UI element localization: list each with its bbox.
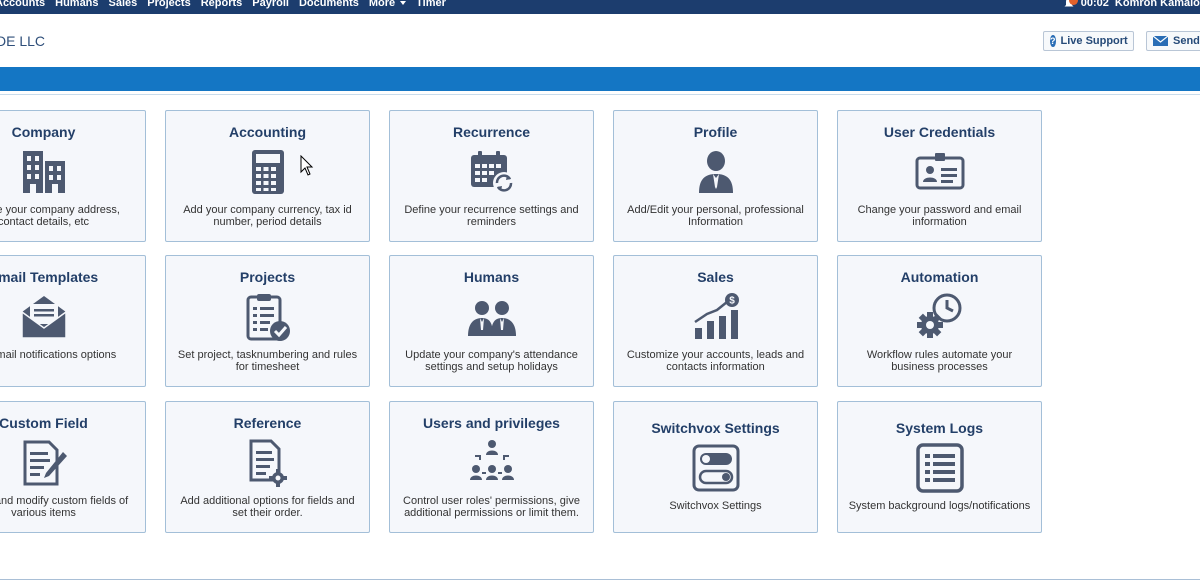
user-profile-icon (691, 147, 741, 197)
tile-automation[interactable]: Automation Workflow rules automate your … (837, 255, 1042, 387)
toolbar-band (0, 67, 1200, 91)
nav-item-sales[interactable]: Sales (109, 0, 138, 9)
calendar-refresh-icon (467, 147, 517, 197)
tile-description: Create and modify custom fields of vario… (0, 495, 129, 519)
top-navigation-bar: Accounts Humans Sales Projects Reports P… (0, 0, 1200, 14)
tile-description: Set project, tasknumbering and rules for… (177, 349, 358, 373)
tile-description: Customize your accounts, leads and conta… (626, 349, 805, 373)
nav-user-area: 00:02 Komron Kamalov (1063, 0, 1200, 9)
tile-title: Users and privileges (423, 415, 560, 431)
tile-title: Automation (900, 269, 979, 285)
main-menu: Accounts Humans Sales Projects Reports P… (0, 0, 446, 9)
chart-growth-icon: $ (691, 292, 741, 342)
tile-title: Recurrence (452, 124, 531, 140)
tile-description: Set email notifications options (0, 349, 117, 361)
timer-display: 00:02 (1080, 0, 1109, 9)
live-support-button[interactable]: ? Live Support (1043, 31, 1134, 51)
list-log-icon (915, 443, 965, 493)
nav-item-accounts[interactable]: Accounts (0, 0, 45, 9)
tile-sales[interactable]: Sales $ Customize your accounts, leads a… (613, 255, 818, 387)
tile-description: Control user roles' permissions, give ad… (403, 495, 580, 519)
nav-item-documents[interactable]: Documents (299, 0, 359, 9)
tile-description: Update your company's attendance setting… (405, 349, 578, 373)
notification-bell-icon[interactable] (1063, 0, 1078, 9)
nav-item-reports[interactable]: Reports (201, 0, 243, 9)
send-button[interactable]: Send (1146, 31, 1200, 51)
document-gear-icon (243, 438, 293, 488)
tile-custom-field[interactable]: Custom Field Create and modify custom fi… (0, 401, 146, 533)
clipboard-check-icon (243, 292, 293, 342)
nav-item-more-label: More (368, 0, 396, 9)
user-name[interactable]: Komron Kamalov (1115, 0, 1200, 9)
tile-profile[interactable]: Profile Add/Edit your personal, professi… (613, 110, 818, 242)
nav-item-payroll[interactable]: Payroll (252, 0, 289, 9)
notification-badge (1068, 0, 1078, 5)
tile-description: Add/Edit your personal, professional Inf… (627, 204, 804, 228)
tile-accounting[interactable]: Accounting Add your company currency, ta… (165, 110, 370, 242)
mouse-cursor-icon (300, 154, 314, 177)
id-card-icon (915, 147, 965, 197)
document-pen-icon (19, 438, 69, 488)
chevron-down-icon (400, 1, 407, 5)
tile-title: Humans (463, 269, 520, 285)
send-label: Send (1173, 35, 1200, 47)
calculator-icon (243, 147, 293, 197)
tile-company[interactable]: Company Update your company address, con… (0, 110, 146, 242)
tile-email-templates[interactable]: Email Templates Set email notifications … (0, 255, 146, 387)
live-support-label: Live Support (1060, 35, 1128, 47)
footer-divider (0, 579, 1200, 580)
tile-description: Update your company address, contact det… (0, 204, 120, 228)
help-icon: ? (1050, 35, 1056, 47)
people-icon (467, 292, 517, 342)
svg-text:$: $ (729, 296, 735, 307)
building-icon (19, 147, 69, 197)
tile-description: Workflow rules automate your business pr… (866, 349, 1013, 373)
tile-description: System background logs/notifications (848, 500, 1031, 512)
tile-description: Add additional options for fields and se… (180, 495, 355, 519)
tile-title: Projects (239, 269, 296, 285)
company-name: DE LLC (0, 33, 46, 49)
tile-user-credentials[interactable]: User Credentials Change your password an… (837, 110, 1042, 242)
tile-system-logs[interactable]: System Logs System background logs/notif… (837, 401, 1042, 533)
nav-item-humans[interactable]: Humans (55, 0, 98, 9)
tile-description: Add your company currency, tax id number… (183, 204, 352, 228)
tile-description: Change your password and email informati… (857, 204, 1022, 228)
tile-title: User Credentials (883, 124, 996, 140)
nav-item-more[interactable]: More (368, 0, 407, 9)
tile-title: Sales (697, 269, 734, 285)
tile-projects[interactable]: Projects Set project, tasknumbering and … (165, 255, 370, 387)
tile-title: Switchvox Settings (651, 420, 780, 436)
tile-title: Profile (693, 124, 738, 140)
tile-switchvox-settings[interactable]: Switchvox Settings Switchvox Settings (613, 401, 818, 533)
tile-title: Accounting (229, 124, 306, 140)
tile-title: System Logs (895, 420, 984, 436)
tile-recurrence[interactable]: Recurrence Define your recurrence settin… (389, 110, 594, 242)
nav-item-projects[interactable]: Projects (147, 0, 190, 9)
gear-clock-icon (915, 292, 965, 342)
tile-reference[interactable]: Reference Add additional options for fie… (165, 401, 370, 533)
divider (0, 94, 1200, 95)
tile-title: Custom Field (0, 415, 88, 431)
tile-title: Company (11, 124, 76, 140)
tile-title: Email Templates (0, 269, 99, 285)
tile-description: Define your recurrence settings and remi… (404, 204, 579, 228)
tile-users-and-privileges[interactable]: Users and privileges Control user roles'… (389, 401, 594, 533)
toggle-switch-icon (691, 443, 741, 493)
nav-item-timer[interactable]: Timer (416, 0, 446, 9)
users-hierarchy-icon (467, 438, 517, 488)
envelope-open-icon (19, 292, 69, 342)
tile-description: Switchvox Settings (669, 500, 762, 512)
tile-title: Reference (233, 415, 302, 431)
envelope-icon (1152, 35, 1169, 46)
tile-humans[interactable]: Humans Update your company's attendance … (389, 255, 594, 387)
